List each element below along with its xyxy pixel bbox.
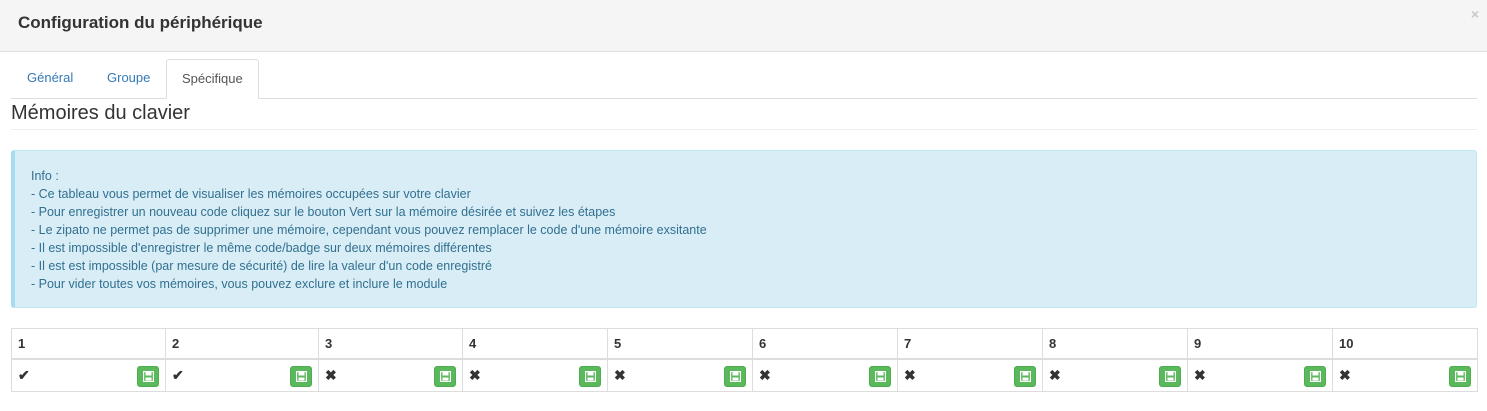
memory-header-row: 1 2 3 4 5 6 7 8 9 10 <box>11 328 1478 360</box>
memory-header: 10 <box>1332 328 1478 360</box>
check-icon: ✔ <box>172 366 184 383</box>
memory-header: 8 <box>1042 328 1188 360</box>
memory-status-row: ✔ ✔ ✖ ✖ ✖ ✖ ✖ ✖ ✖ ✖ <box>11 358 1478 392</box>
save-button[interactable] <box>1304 365 1326 387</box>
close-icon[interactable]: × <box>1471 6 1479 22</box>
memory-header: 3 <box>318 328 463 360</box>
memory-cell: ✖ <box>897 358 1043 392</box>
save-button[interactable] <box>434 365 456 387</box>
save-button[interactable] <box>1449 365 1471 387</box>
section-divider <box>11 129 1477 130</box>
floppy-disk-icon <box>730 370 741 382</box>
memory-header: 4 <box>462 328 608 360</box>
cross-icon: ✖ <box>759 366 771 383</box>
floppy-disk-icon <box>296 370 307 382</box>
tab-groupe[interactable]: Groupe <box>92 59 165 98</box>
floppy-disk-icon <box>143 370 154 382</box>
tab-bar: Général Groupe Spécifique <box>11 59 1477 99</box>
floppy-disk-icon <box>440 370 451 382</box>
save-button[interactable] <box>1014 365 1036 387</box>
save-button[interactable] <box>290 365 312 387</box>
save-button[interactable] <box>1159 365 1181 387</box>
cross-icon: ✖ <box>1339 366 1351 383</box>
section-title: Mémoires du clavier <box>11 102 190 124</box>
info-line: - Pour vider toutes vos mémoires, vous p… <box>31 277 448 291</box>
memory-header: 2 <box>165 328 319 360</box>
memory-cell: ✖ <box>1042 358 1188 392</box>
floppy-disk-icon <box>1165 370 1176 382</box>
info-alert: Info : - Ce tableau vous permet de visua… <box>11 150 1477 308</box>
save-button[interactable] <box>869 365 891 387</box>
floppy-disk-icon <box>875 370 886 382</box>
memory-cell: ✖ <box>1187 358 1333 392</box>
memory-cell: ✖ <box>607 358 753 392</box>
memory-header: 6 <box>752 328 898 360</box>
info-line: - Pour enregistrer un nouveau code cliqu… <box>31 205 616 219</box>
memory-header: 1 <box>11 328 166 360</box>
info-line: Info : <box>31 169 59 183</box>
info-line: - Le zipato ne permet pas de supprimer u… <box>31 223 707 237</box>
save-button[interactable] <box>579 365 601 387</box>
memory-cell: ✖ <box>752 358 898 392</box>
tab-specifique[interactable]: Spécifique <box>166 59 259 99</box>
cross-icon: ✖ <box>469 366 481 383</box>
modal-title: Configuration du périphérique <box>18 13 263 32</box>
cross-icon: ✖ <box>904 366 916 383</box>
cross-icon: ✖ <box>1049 366 1061 383</box>
save-button[interactable] <box>137 365 159 387</box>
check-icon: ✔ <box>18 366 30 383</box>
modal-header: Configuration du périphérique × <box>0 0 1487 52</box>
info-line: - Ce tableau vous permet de visualiser l… <box>31 187 471 201</box>
cross-icon: ✖ <box>614 366 626 383</box>
floppy-disk-icon <box>1455 370 1466 382</box>
info-line: - Il est est impossible (par mesure de s… <box>31 259 492 273</box>
memory-header: 9 <box>1187 328 1333 360</box>
memory-table: 1 2 3 4 5 6 7 8 9 10 ✔ ✔ ✖ ✖ ✖ ✖ ✖ ✖ ✖ ✖ <box>11 328 1478 392</box>
memory-cell: ✖ <box>1332 358 1478 392</box>
floppy-disk-icon <box>1020 370 1031 382</box>
cross-icon: ✖ <box>325 366 337 383</box>
floppy-disk-icon <box>585 370 596 382</box>
save-button[interactable] <box>724 365 746 387</box>
memory-cell: ✖ <box>318 358 463 392</box>
info-line: - Il est impossible d'enregistrer le mêm… <box>31 241 492 255</box>
memory-cell: ✖ <box>462 358 608 392</box>
floppy-disk-icon <box>1310 370 1321 382</box>
memory-header: 5 <box>607 328 753 360</box>
memory-cell: ✔ <box>11 358 166 392</box>
tab-general[interactable]: Général <box>12 59 88 98</box>
memory-header: 7 <box>897 328 1043 360</box>
cross-icon: ✖ <box>1194 366 1206 383</box>
memory-cell: ✔ <box>165 358 319 392</box>
